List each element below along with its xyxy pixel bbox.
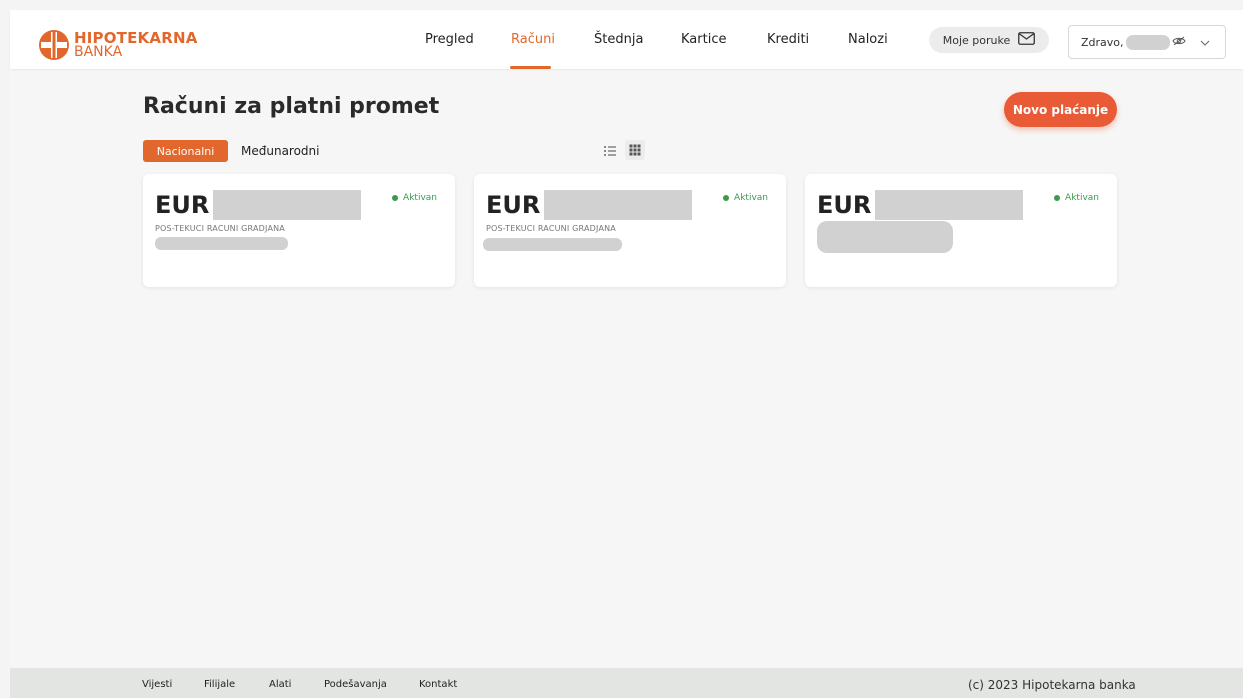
grid-view-icon[interactable] bbox=[625, 140, 645, 160]
footer-link-alati[interactable]: Alati bbox=[269, 679, 291, 690]
status-dot bbox=[1054, 195, 1061, 201]
status-dot bbox=[723, 195, 730, 201]
footer-link-vijesti[interactable]: Vijesti bbox=[142, 679, 172, 690]
footer: Vijesti Filijale Alati Podešavanja Konta… bbox=[10, 668, 1243, 698]
account-type: POS-TEKUCI RACUNI GRADJANA bbox=[486, 224, 616, 233]
account-number-redacted bbox=[544, 190, 692, 220]
footer-link-kontakt[interactable]: Kontakt bbox=[419, 679, 457, 690]
nav-item-krediti[interactable]: Krediti bbox=[767, 32, 809, 47]
account-owner-redacted bbox=[155, 237, 288, 250]
footer-link-podesavanja[interactable]: Podešavanja bbox=[324, 679, 387, 690]
nav-item-pregled[interactable]: Pregled bbox=[425, 32, 474, 47]
bank-logo[interactable]: HIPOTEKARNA BANKA bbox=[38, 30, 198, 60]
user-menu[interactable]: Zdravo, bbox=[1068, 25, 1226, 59]
status-badge: Aktivan bbox=[723, 193, 768, 203]
user-name-redacted bbox=[1125, 34, 1170, 50]
status-label: Aktivan bbox=[734, 193, 768, 203]
new-payment-button[interactable]: Novo plaćanje bbox=[1004, 92, 1117, 127]
account-type: POS-TEKUCI RACUNI GRADJANA bbox=[155, 224, 285, 233]
account-card[interactable]: EUR Aktivan POS-TEKUCI RACUNI GRADJANA bbox=[474, 174, 786, 287]
account-number-redacted bbox=[213, 190, 361, 220]
status-badge: Aktivan bbox=[392, 193, 437, 203]
messages-button[interactable]: Moje poruke bbox=[929, 27, 1049, 53]
account-number-redacted bbox=[875, 190, 1023, 220]
list-view-icon[interactable] bbox=[603, 143, 617, 157]
user-greeting: Zdravo, bbox=[1081, 35, 1124, 49]
tab-nacionalni[interactable]: Nacionalni bbox=[143, 140, 228, 162]
footer-link-filijale[interactable]: Filijale bbox=[204, 679, 235, 690]
status-badge: Aktivan bbox=[1054, 193, 1099, 203]
account-currency: EUR bbox=[486, 191, 541, 219]
account-currency: EUR bbox=[817, 191, 872, 219]
active-nav-indicator bbox=[510, 66, 551, 69]
nav-item-kartice[interactable]: Kartice bbox=[681, 32, 726, 47]
nav-item-nalozi[interactable]: Nalozi bbox=[848, 32, 888, 47]
account-details-redacted bbox=[817, 221, 953, 253]
account-currency: EUR bbox=[155, 191, 210, 219]
messages-label: Moje poruke bbox=[942, 33, 1011, 47]
page-title: Računi za platni promet bbox=[143, 94, 440, 119]
nav-item-stednja[interactable]: Štednja bbox=[594, 32, 643, 47]
bank-logo-mark bbox=[38, 29, 70, 61]
chevron-down-icon[interactable] bbox=[1200, 36, 1210, 49]
status-label: Aktivan bbox=[1065, 193, 1099, 203]
status-label: Aktivan bbox=[403, 193, 437, 203]
nav-item-racuni[interactable]: Računi bbox=[511, 32, 555, 47]
logo-line-2: BANKA bbox=[74, 44, 123, 60]
eye-slash-icon[interactable] bbox=[1171, 36, 1186, 49]
logo-line-1: HIPOTEKARNA bbox=[74, 29, 198, 47]
status-dot bbox=[392, 195, 399, 201]
tab-medunarodni[interactable]: Međunarodni bbox=[241, 144, 320, 158]
envelope-icon bbox=[1018, 32, 1036, 48]
account-card[interactable]: EUR Aktivan POS-TEKUCI RACUNI GRADJANA bbox=[143, 174, 455, 287]
copyright: (c) 2023 Hipotekarna banka bbox=[968, 678, 1136, 692]
account-card[interactable]: EUR Aktivan bbox=[805, 174, 1117, 287]
account-owner-redacted bbox=[483, 238, 622, 251]
